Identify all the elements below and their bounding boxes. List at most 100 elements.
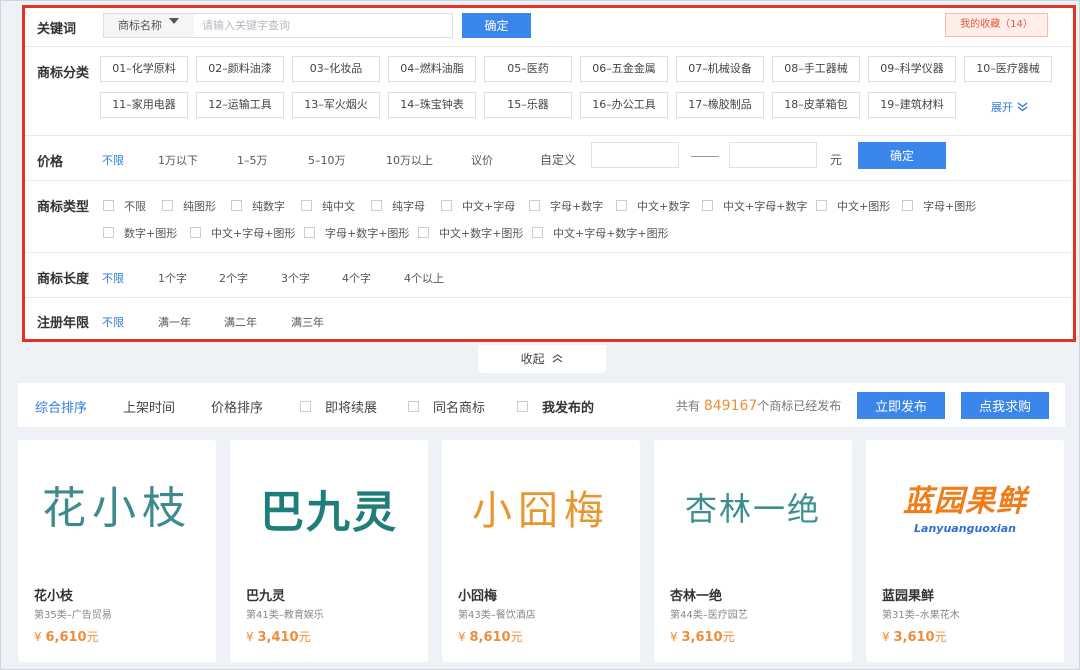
type-option-label: 中文+字母+数字+图形	[553, 227, 669, 240]
checkbox-box	[408, 401, 419, 412]
checkbox-box	[702, 200, 713, 211]
sort-price[interactable]: 价格排序	[211, 397, 263, 416]
type-option-checkbox[interactable]: 中文+数字+图形	[418, 225, 523, 241]
years-option[interactable]: 满二年	[224, 314, 257, 330]
category-chip[interactable]: 06–五金金属	[580, 56, 668, 82]
double-chevron-down-icon	[1017, 102, 1028, 115]
category-chip[interactable]: 13–军火烟火	[292, 92, 380, 118]
logo-text: 巴九灵	[260, 487, 398, 538]
price-amount: 3,610	[893, 630, 935, 645]
keyword-confirm-button[interactable]: 确定	[462, 13, 531, 38]
type-option-checkbox[interactable]: 不限	[103, 198, 146, 214]
price-option[interactable]: 不限	[102, 152, 124, 168]
category-chip[interactable]: 15–乐器	[484, 92, 572, 118]
length-option[interactable]: 不限	[102, 270, 124, 286]
type-option-checkbox[interactable]: 字母+数字+图形	[304, 225, 409, 241]
category-chip[interactable]: 08–手工器械	[772, 56, 860, 82]
sort-comprehensive[interactable]: 综合排序	[35, 397, 87, 416]
type-option-label: 不限	[124, 200, 146, 213]
length-option[interactable]: 4个以上	[404, 270, 444, 286]
chevron-up-icon	[552, 345, 563, 373]
category-chip[interactable]: 18–皮革箱包	[772, 92, 860, 118]
keyword-row: 关键词 商标名称 确定 我的收藏（14）	[25, 8, 1073, 47]
type-option-checkbox[interactable]: 中文+字母	[441, 198, 515, 214]
length-option[interactable]: 2个字	[219, 270, 248, 286]
price-option[interactable]: 1万以下	[158, 152, 198, 168]
checkbox-box	[103, 200, 114, 211]
category-chip[interactable]: 07–机械设备	[676, 56, 764, 82]
logo-text: 杏林一绝	[684, 490, 821, 528]
length-option[interactable]: 4个字	[342, 270, 371, 286]
years-option[interactable]: 不限	[102, 314, 124, 330]
type-option-checkbox[interactable]: 中文+图形	[816, 198, 890, 214]
logo-subtext: Lanyuanguoxian	[914, 522, 1016, 535]
category-chip[interactable]: 16–办公工具	[580, 92, 668, 118]
trademark-card[interactable]: 蓝园果鲜 Lanyuanguoxian 蓝园果鲜 第31类–水果花木 ¥ 3,6…	[866, 440, 1064, 662]
same-name-checkbox[interactable]: 同名商标	[408, 397, 485, 416]
category-chip[interactable]: 01–化学原料	[100, 56, 188, 82]
length-option[interactable]: 3个字	[281, 270, 310, 286]
type-option-checkbox[interactable]: 纯中文	[301, 198, 355, 214]
length-row: 商标长度 不限 1个字 2个字 3个字 4个字 4个以上	[25, 253, 1073, 298]
my-favorites-button[interactable]: 我的收藏（14）	[945, 13, 1048, 37]
checkbox-box	[162, 200, 173, 211]
trademark-card[interactable]: 巴九灵 巴九灵 第41类–教育娱乐 ¥ 3,410元	[230, 440, 428, 662]
checkbox-box	[441, 200, 452, 211]
sort-bar: 综合排序 上架时间 价格排序 即将续展 同名商标 我发布的 共有 849167个…	[18, 383, 1065, 427]
price-option[interactable]: 1–5万	[237, 152, 268, 168]
caret-down-icon	[169, 18, 179, 24]
price-option[interactable]: 5–10万	[308, 152, 346, 168]
price-option[interactable]: 议价	[471, 152, 493, 168]
keyword-type-select[interactable]: 商标名称	[103, 13, 195, 38]
type-option-checkbox[interactable]: 字母+图形	[902, 198, 976, 214]
trademark-card[interactable]: 花小枝 花小枝 第35类–广告贸易 ¥ 6,610元	[18, 440, 216, 662]
request-purchase-button[interactable]: 点我求购	[961, 392, 1049, 419]
trademark-card[interactable]: 杏林一绝 杏林一绝 第44类–医疗园艺 ¥ 3,610元	[654, 440, 852, 662]
type-option-checkbox[interactable]: 纯字母	[371, 198, 425, 214]
publish-now-button[interactable]: 立即发布	[857, 392, 945, 419]
trademark-card[interactable]: 小囧梅 小囧梅 第43类–餐饮酒店 ¥ 8,610元	[442, 440, 640, 662]
price-range-dash	[691, 156, 719, 157]
category-chip[interactable]: 19–建筑材料	[868, 92, 956, 118]
category-chip[interactable]: 14–珠宝钟表	[388, 92, 476, 118]
length-option[interactable]: 1个字	[158, 270, 187, 286]
checkbox-box	[301, 200, 312, 211]
category-chip[interactable]: 10–医疗器械	[964, 56, 1052, 82]
keyword-search-input[interactable]	[194, 13, 453, 38]
years-option[interactable]: 满三年	[291, 314, 324, 330]
category-chip[interactable]: 17–橡胶制品	[676, 92, 764, 118]
collapse-filters-button[interactable]: 收起	[478, 345, 606, 373]
expand-categories-link[interactable]: 展开	[991, 99, 1028, 115]
category-chip[interactable]: 02–颜料油漆	[196, 56, 284, 82]
price-min-input[interactable]	[591, 142, 679, 168]
type-option-checkbox[interactable]: 纯图形	[162, 198, 216, 214]
category-chip[interactable]: 09–科学仪器	[868, 56, 956, 82]
type-option-checkbox[interactable]: 数字+图形	[103, 225, 177, 241]
category-chip[interactable]: 04–燃料油脂	[388, 56, 476, 82]
years-option[interactable]: 满一年	[158, 314, 191, 330]
price-confirm-button[interactable]: 确定	[858, 142, 946, 169]
sort-listing-time[interactable]: 上架时间	[123, 397, 175, 416]
category-chip[interactable]: 05–医药	[484, 56, 572, 82]
price-amount: 6,610	[45, 630, 87, 645]
renewal-soon-checkbox[interactable]: 即将续展	[300, 397, 377, 416]
years-label: 注册年限	[37, 316, 90, 331]
type-option-checkbox[interactable]: 中文+字母+图形	[190, 225, 295, 241]
price-max-input[interactable]	[729, 142, 817, 168]
price-option[interactable]: 10万以上	[386, 152, 433, 168]
type-option-checkbox[interactable]: 字母+数字	[529, 198, 603, 214]
checkbox-box	[816, 200, 827, 211]
category-chip[interactable]: 03–化妆品	[292, 56, 380, 82]
category-chip[interactable]: 12–运输工具	[196, 92, 284, 118]
type-option-checkbox[interactable]: 中文+字母+数字	[702, 198, 807, 214]
my-published-checkbox[interactable]: 我发布的	[517, 397, 594, 416]
type-option-label: 字母+数字+图形	[325, 227, 410, 240]
trademark-category: 第43类–餐饮酒店	[458, 610, 536, 621]
type-option-checkbox[interactable]: 中文+字母+数字+图形	[532, 225, 669, 241]
type-option-checkbox[interactable]: 中文+数字	[616, 198, 690, 214]
checkbox-box	[616, 200, 627, 211]
currency-symbol: ¥	[882, 630, 890, 644]
type-option-checkbox[interactable]: 纯数字	[231, 198, 285, 214]
type-option-label: 数字+图形	[124, 227, 178, 240]
category-chip[interactable]: 11–家用电器	[100, 92, 188, 118]
